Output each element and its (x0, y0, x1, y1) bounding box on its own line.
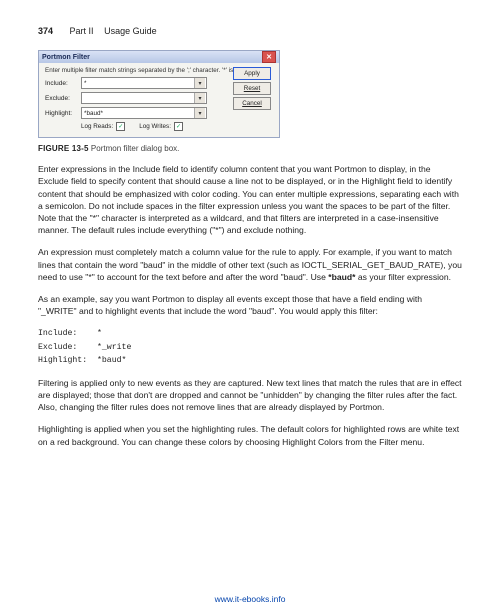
figure-label: FIGURE 13-5 (38, 144, 89, 153)
checkbox-icon: ✓ (116, 122, 125, 131)
section-label: Usage Guide (104, 26, 157, 36)
highlight-label: Highlight: (45, 110, 81, 117)
figure-caption-text: Portmon filter dialog box. (91, 144, 180, 153)
part-label: Part II (70, 26, 94, 36)
apply-button[interactable]: Apply (233, 67, 271, 80)
page-number: 374 (38, 26, 53, 36)
cancel-button[interactable]: Cancel (233, 97, 271, 110)
checkbox-icon: ✓ (174, 122, 183, 131)
body-paragraph: As an example, say you want Portmon to d… (38, 293, 462, 317)
body-paragraph: Highlighting is applied when you set the… (38, 423, 462, 447)
exclude-label: Exclude: (45, 95, 81, 102)
highlight-input[interactable]: *baud* (81, 107, 207, 119)
close-icon[interactable]: ✕ (262, 51, 276, 63)
log-reads-label: Log Reads: (81, 123, 113, 130)
dialog-title: Portmon Filter (42, 54, 90, 61)
include-input[interactable]: * (81, 77, 207, 89)
running-header: 374 Part II Usage Guide (38, 26, 462, 36)
log-writes-label: Log Writes: (139, 123, 171, 130)
body-paragraph: Enter expressions in the Include field t… (38, 163, 462, 236)
figure-caption: FIGURE 13-5 Portmon filter dialog box. (38, 144, 462, 153)
body-paragraph: Filtering is applied only to new events … (38, 377, 462, 414)
code-line: Exclude: *_write (38, 341, 462, 354)
dialog-titlebar: Portmon Filter ✕ (39, 51, 279, 63)
code-line: Highlight: *baud* (38, 354, 462, 367)
bold-text: *baud* (328, 272, 355, 282)
code-line: Include: * (38, 327, 462, 340)
log-writes-checkbox[interactable]: Log Writes: ✓ (139, 122, 183, 131)
page-footer: www.it-ebooks.info (0, 594, 500, 604)
body-paragraph: An expression must completely match a co… (38, 246, 462, 283)
code-block: Include: * Exclude: *_write Highlight: *… (38, 327, 462, 366)
log-reads-checkbox[interactable]: Log Reads: ✓ (81, 122, 125, 131)
footer-link[interactable]: www.it-ebooks.info (215, 594, 286, 604)
reset-button[interactable]: Reset (233, 82, 271, 95)
portmon-filter-dialog: Portmon Filter ✕ Enter multiple filter m… (38, 50, 280, 138)
exclude-input[interactable] (81, 92, 207, 104)
include-label: Include: (45, 80, 81, 87)
